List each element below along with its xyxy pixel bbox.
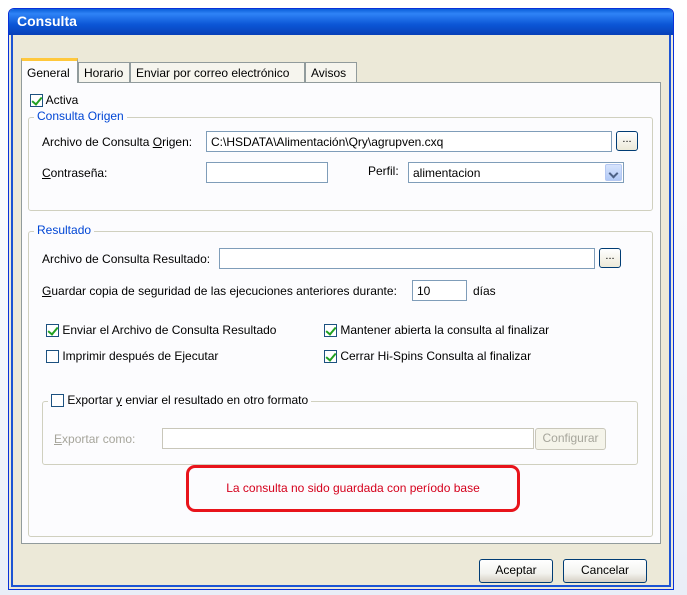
contrasena-label: Contraseña:	[42, 166, 108, 180]
dias-label: días	[473, 284, 496, 298]
window-title: Consulta	[17, 13, 77, 29]
title-bar[interactable]: Consulta	[9, 9, 673, 35]
cerrar-hispins-label: Cerrar Hi-Spins Consulta al finalizar	[340, 349, 532, 363]
enviar-archivo-row[interactable]: Enviar el Archivo de Consulta Resultado	[46, 323, 277, 338]
configurar-button[interactable]: Configurar	[535, 428, 606, 450]
tab-general[interactable]: General	[21, 58, 78, 83]
archivo-resultado-label: Archivo de Consulta Resultado:	[42, 252, 211, 266]
consulta-dialog: Consulta General Horario Enviar por corr…	[8, 8, 674, 590]
exportar-como-input[interactable]	[162, 428, 534, 449]
tab-horario-label: Horario	[84, 66, 124, 80]
tab-avisos[interactable]: Avisos	[305, 62, 357, 82]
imprimir-row[interactable]: Imprimir después de Ejecutar	[46, 349, 219, 364]
archivo-resultado-browse-button[interactable]: ...	[599, 248, 621, 268]
cerrar-hispins-checkbox[interactable]	[324, 350, 337, 364]
chevron-down-icon[interactable]	[605, 164, 622, 181]
consulta-origen-legend: Consulta Origen	[34, 109, 127, 123]
exportar-como-label: Exportar como:	[54, 432, 136, 446]
cerrar-hispins-row[interactable]: Cerrar Hi-Spins Consulta al finalizar	[324, 349, 532, 364]
mantener-abierta-checkbox[interactable]	[324, 324, 337, 338]
tab-enviar-correo[interactable]: Enviar por correo electrónico	[130, 62, 305, 82]
guardar-copia-label: Guardar copia de seguridad de las ejecuc…	[42, 284, 397, 298]
cancelar-button[interactable]: Cancelar	[563, 559, 647, 583]
contrasena-input[interactable]	[206, 162, 328, 183]
exportar-checkbox[interactable]	[51, 394, 64, 408]
warning-message: La consulta no sido guardada con período…	[226, 481, 480, 495]
tab-enviar-correo-label: Enviar por correo electrónico	[136, 66, 290, 80]
archivo-resultado-input[interactable]	[219, 248, 595, 269]
exportar-label: Exportar y enviar el resultado en otro f…	[67, 393, 309, 407]
mantener-abierta-label: Mantener abierta la consulta al finaliza…	[340, 323, 550, 337]
dialog-client-area: General Horario Enviar por correo electr…	[11, 35, 671, 587]
archivo-origen-label: Archivo de Consulta Origen:	[42, 135, 193, 149]
mantener-abierta-row[interactable]: Mantener abierta la consulta al finaliza…	[324, 323, 550, 338]
warning-message-box: La consulta no sido guardada con período…	[186, 465, 520, 512]
perfil-label: Perfil:	[368, 164, 399, 178]
tab-horario[interactable]: Horario	[78, 62, 130, 82]
tab-general-label: General	[27, 66, 70, 80]
imprimir-label: Imprimir después de Ejecutar	[62, 349, 219, 363]
enviar-archivo-label: Enviar el Archivo de Consulta Resultado	[62, 323, 277, 337]
perfil-select[interactable]: alimentacion	[408, 162, 624, 183]
tab-avisos-label: Avisos	[311, 66, 347, 80]
enviar-archivo-checkbox[interactable]	[46, 324, 59, 338]
activa-label: Activa	[45, 93, 79, 107]
aceptar-button[interactable]: Aceptar	[479, 559, 553, 583]
archivo-origen-input[interactable]: C:\HSDATA\Alimentación\Qry\agrupven.cxq	[206, 131, 612, 152]
perfil-select-value: alimentacion	[413, 166, 481, 180]
guardar-dias-input[interactable]: 10	[412, 280, 467, 301]
activa-checkbox[interactable]	[30, 94, 43, 108]
imprimir-checkbox[interactable]	[46, 350, 59, 364]
exportar-legend[interactable]: Exportar y enviar el resultado en otro f…	[48, 393, 312, 408]
archivo-origen-browse-button[interactable]: ...	[616, 131, 638, 151]
resultado-legend: Resultado	[34, 223, 95, 237]
activa-checkbox-row[interactable]: Activa	[30, 93, 79, 108]
